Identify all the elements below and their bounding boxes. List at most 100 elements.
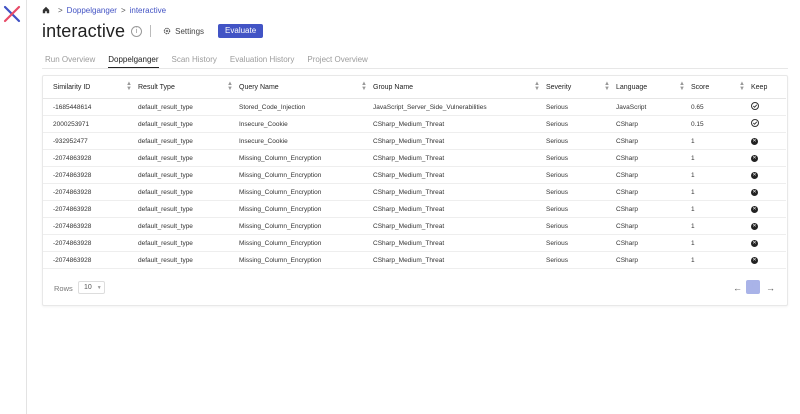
tab-project-overview[interactable]: Project Overview (307, 55, 367, 68)
cell-query: Stored_Code_Injection (239, 98, 373, 116)
cell-language: CSharp (616, 132, 691, 150)
home-icon[interactable] (42, 6, 50, 14)
tab-doppelganger[interactable]: Doppelganger (108, 55, 159, 68)
x-circle-icon[interactable]: ✕ (751, 257, 758, 264)
sort-icon[interactable]: ▲ ▼ (361, 81, 367, 92)
cell-severity: Serious (546, 132, 616, 150)
sort-icon[interactable]: ▲ ▼ (739, 81, 745, 92)
column-label: Result Type (138, 83, 175, 91)
cell-keep: ✕ (751, 183, 786, 201)
settings-label: Settings (175, 26, 205, 36)
app-logo[interactable] (3, 5, 21, 23)
cell-id: -932952477 (43, 132, 138, 150)
sort-icon[interactable]: ▲ ▼ (534, 81, 540, 92)
tab-evaluation-history[interactable]: Evaluation History (230, 55, 294, 68)
sidebar (0, 0, 27, 414)
x-circle-icon[interactable]: ✕ (751, 206, 758, 213)
check-circle-icon[interactable] (751, 119, 759, 127)
cell-severity: Serious (546, 217, 616, 235)
table-body: -1685448614 default_result_type Stored_Cod… (43, 98, 786, 269)
column-label: Query Name (239, 83, 279, 91)
page-button-current[interactable]: 1 (746, 280, 760, 294)
rows-per-page-select[interactable]: 10 ▼ (78, 281, 105, 294)
cell-id: -2074863928 (43, 183, 138, 201)
cell-query: Missing_Column_Encryption (239, 234, 373, 252)
cell-query: Missing_Column_Encryption (239, 166, 373, 184)
cell-keep: ✕ (751, 217, 786, 235)
cell-query: Missing_Column_Encryption (239, 251, 373, 269)
breadcrumb-interactive[interactable]: interactive (130, 6, 166, 15)
breadcrumb-doppelganger[interactable]: Doppelganger (67, 6, 117, 15)
cell-severity: Serious (546, 115, 616, 133)
table-row[interactable]: -2074863928 default_result_type Missing_Co… (43, 183, 786, 201)
cell-severity: Serious (546, 251, 616, 269)
x-circle-icon[interactable]: ✕ (751, 223, 758, 230)
column-header-query-name[interactable]: Query Name ▲ ▼ (239, 76, 373, 99)
table-row[interactable]: -932952477 default_result_type Insecure_Co… (43, 132, 786, 150)
x-circle-icon[interactable]: ✕ (751, 189, 758, 196)
cell-keep: ✕ (751, 132, 786, 150)
cell-id: -2074863928 (43, 149, 138, 167)
column-header-group-name[interactable]: Group Name ▲ ▼ (373, 76, 546, 99)
table-row[interactable]: -2074863928 default_result_type Missing_Co… (43, 149, 786, 167)
table-row[interactable]: -2074863928 default_result_type Missing_Co… (43, 200, 786, 218)
sort-icon[interactable]: ▲ ▼ (679, 81, 685, 92)
sort-icon[interactable]: ▲ ▼ (126, 81, 132, 92)
breadcrumb-separator: > (58, 5, 63, 15)
x-circle-icon[interactable]: ✕ (751, 155, 758, 162)
x-circle-icon[interactable]: ✕ (751, 138, 758, 145)
cell-group: CSharp_Medium_Threat (373, 166, 546, 184)
sort-icon[interactable]: ▲ ▼ (227, 81, 233, 92)
cell-query: Insecure_Cookie (239, 132, 373, 150)
divider (150, 25, 152, 37)
table-row[interactable]: -2074863928 default_result_type Missing_Co… (43, 166, 786, 184)
info-icon[interactable]: i (131, 25, 143, 37)
cell-id: -2074863928 (43, 251, 138, 269)
cell-group: CSharp_Medium_Threat (373, 183, 546, 201)
x-circle-icon[interactable]: ✕ (751, 240, 758, 247)
column-label: Score (691, 83, 710, 91)
sort-icon[interactable]: ▲ ▼ (604, 81, 610, 92)
table-row[interactable]: 2000253971 default_result_type Insecure_Co… (43, 115, 786, 133)
results-table: Similarity ID ▲ ▼ Result Type ▲ ▼ Query Name… (43, 76, 786, 269)
column-header-keep: Keep (751, 76, 786, 99)
evaluate-button[interactable]: Evaluate (218, 24, 264, 38)
table-row[interactable]: -2074863928 default_result_type Missing_Co… (43, 217, 786, 235)
cell-score: 1 (691, 234, 751, 252)
title-row: interactive i Settings Evaluate (42, 19, 264, 43)
table-header-row: Similarity ID ▲ ▼ Result Type ▲ ▼ Query Name… (43, 76, 786, 99)
cell-type: default_result_type (138, 98, 239, 116)
cell-keep: ✕ (751, 251, 786, 269)
prev-page-arrow-icon[interactable]: ← (733, 283, 742, 293)
chevron-down-icon: ▼ (96, 284, 102, 291)
column-header-result-type[interactable]: Result Type ▲ ▼ (138, 76, 239, 99)
cell-group: CSharp_Medium_Threat (373, 200, 546, 218)
check-circle-icon[interactable] (751, 102, 759, 110)
cell-group: JavaScript_Server_Side_Vulnerabilities (373, 98, 546, 116)
table-row[interactable]: -2074863928 default_result_type Missing_Co… (43, 251, 786, 269)
cell-keep: ✕ (751, 149, 786, 167)
column-label: Similarity ID (53, 83, 91, 91)
column-header-language[interactable]: Language ▲ ▼ (616, 76, 691, 99)
cell-type: default_result_type (138, 183, 239, 201)
table-row[interactable]: -1685448614 default_result_type Stored_Cod… (43, 98, 786, 116)
cell-query: Insecure_Cookie (239, 115, 373, 133)
cell-type: default_result_type (138, 149, 239, 167)
cell-language: CSharp (616, 251, 691, 269)
column-header-severity[interactable]: Severity ▲ ▼ (546, 76, 616, 99)
next-page-arrow-icon[interactable]: → (766, 283, 775, 293)
tab-run-overview[interactable]: Run Overview (45, 55, 95, 68)
cell-language: CSharp (616, 200, 691, 218)
cell-severity: Serious (546, 234, 616, 252)
tab-scan-history[interactable]: Scan History (172, 55, 217, 68)
cell-type: default_result_type (138, 251, 239, 269)
column-header-similarity-id[interactable]: Similarity ID ▲ ▼ (43, 76, 138, 99)
cell-keep: ✕ (751, 166, 786, 184)
cell-id: -2074863928 (43, 217, 138, 235)
table-row[interactable]: -2074863928 default_result_type Missing_Co… (43, 234, 786, 252)
column-header-score[interactable]: Score ▲ ▼ (691, 76, 751, 99)
cell-query: Missing_Column_Encryption (239, 217, 373, 235)
x-circle-icon[interactable]: ✕ (751, 172, 758, 179)
settings-link[interactable]: Settings (163, 27, 204, 36)
cell-group: CSharp_Medium_Threat (373, 251, 546, 269)
